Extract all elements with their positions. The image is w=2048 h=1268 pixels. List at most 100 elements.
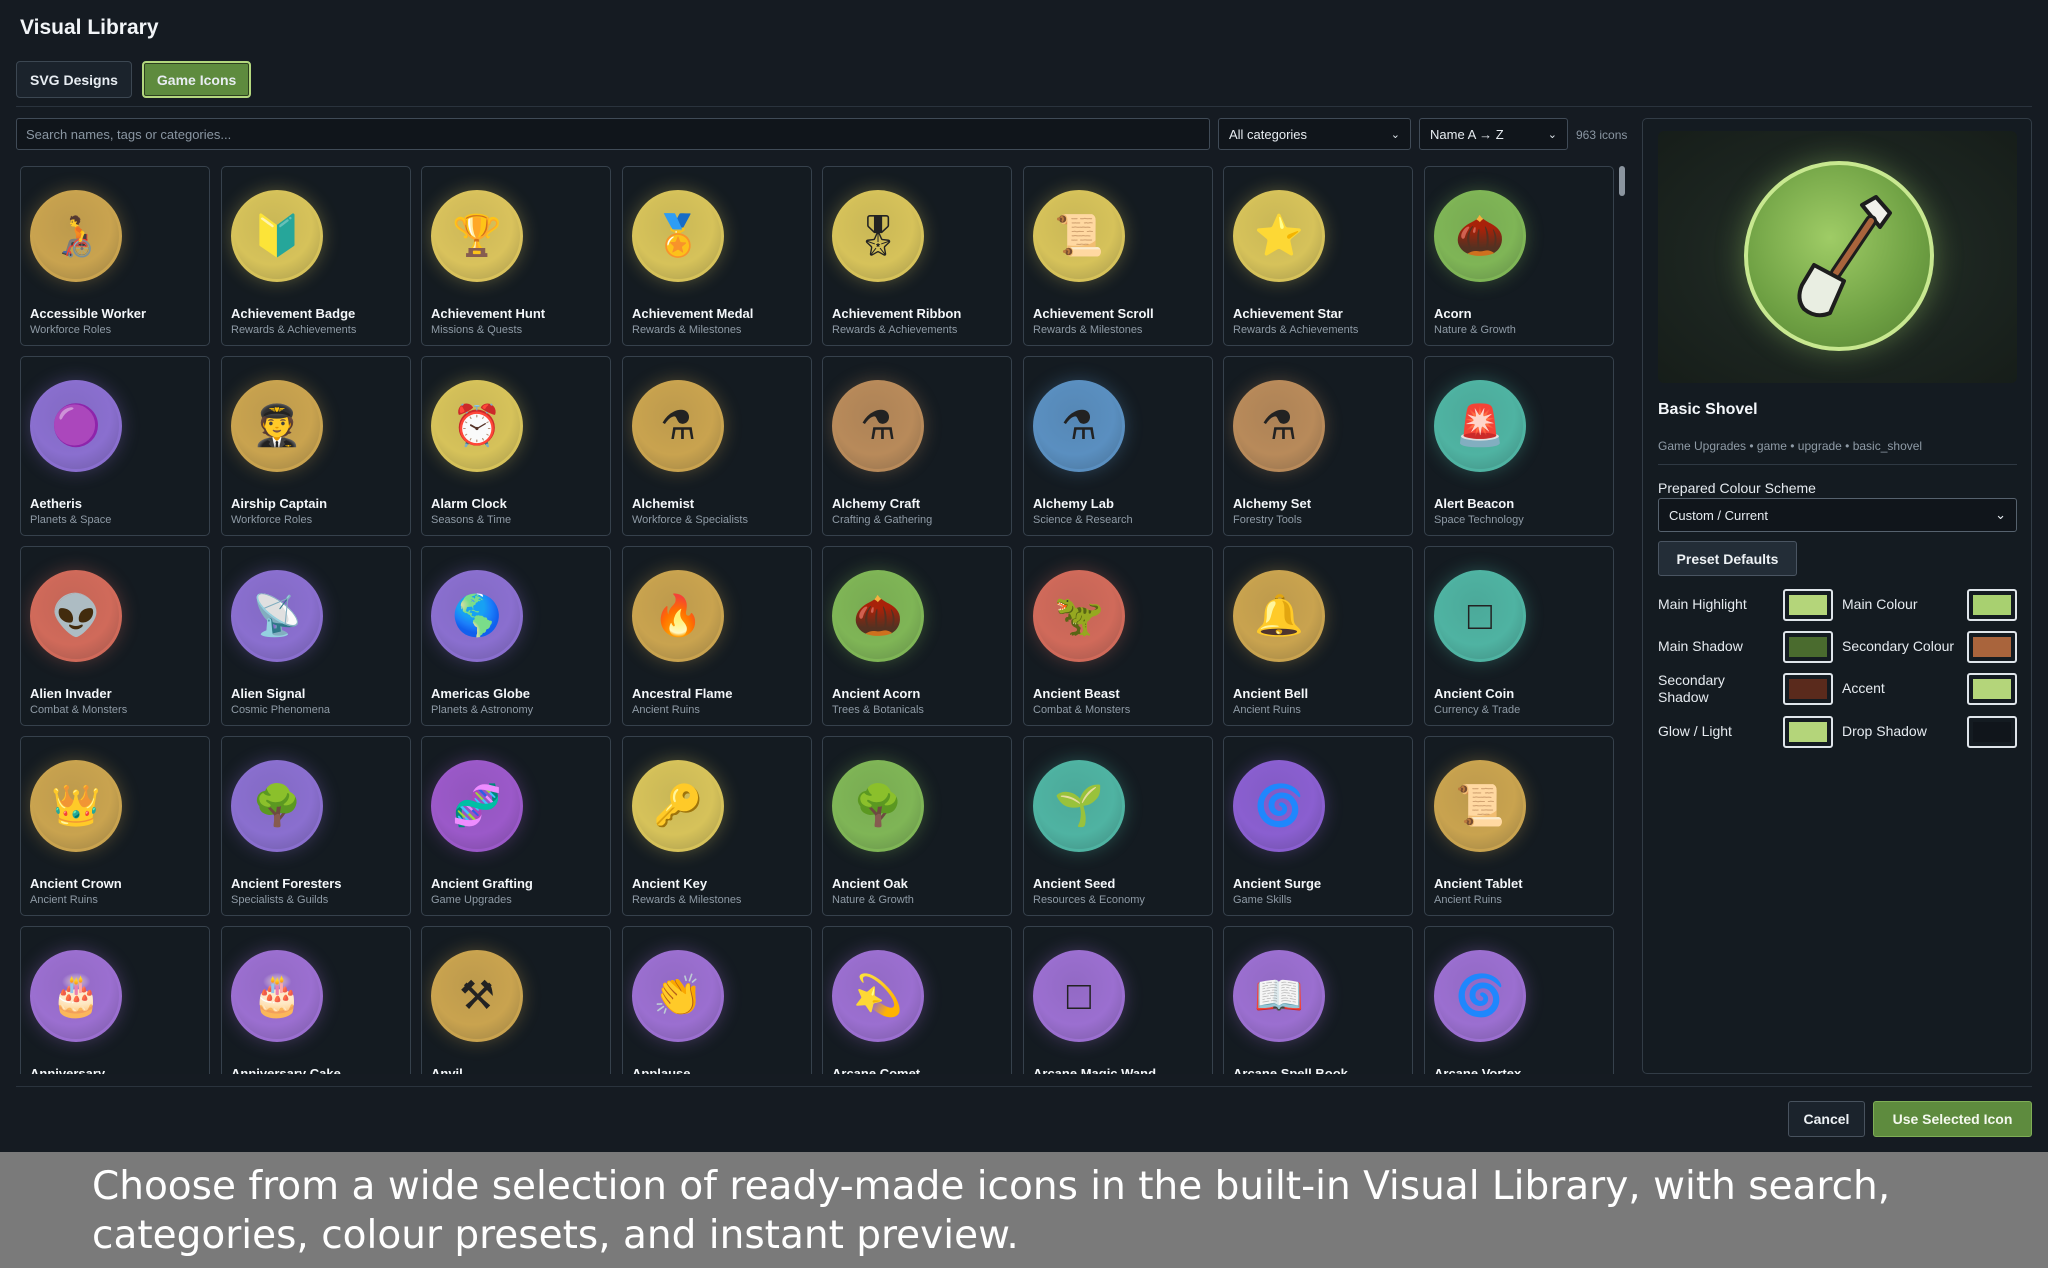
icon-thumbnail: ⚗: [1233, 380, 1325, 472]
swatch-secondary-shadow[interactable]: [1783, 673, 1833, 705]
icon-card[interactable]: 🎂 Anniversary Cake: [221, 926, 411, 1074]
icon-thumbnail: 🧑‍🦽: [30, 190, 122, 282]
icon-card[interactable]: ⚗ Alchemy Craft Crafting & Gathering: [822, 356, 1012, 536]
icon-card[interactable]: 📜 Achievement Scroll Rewards & Milestones: [1023, 166, 1213, 346]
icon-card[interactable]: 📜 Ancient Tablet Ancient Ruins: [1424, 736, 1614, 916]
colour-label-drop-shadow: Drop Shadow: [1842, 723, 1927, 739]
icon-card[interactable]: 🧑‍✈️ Airship Captain Workforce Roles: [221, 356, 411, 536]
icon-name: Ancient Seed: [1033, 876, 1116, 891]
icon-card[interactable]: ⏰ Alarm Clock Seasons & Time: [421, 356, 611, 536]
icon-category: Ancient Ruins: [1233, 704, 1301, 716]
swatch-fill: [1973, 595, 2011, 615]
icon-category: Rewards & Achievements: [231, 324, 357, 336]
preset-defaults-button[interactable]: Preset Defaults: [1658, 541, 1797, 576]
icon-glyph: 🔰: [252, 214, 302, 258]
icon-card[interactable]: 🧬 Ancient Grafting Game Upgrades: [421, 736, 611, 916]
icon-card[interactable]: 🚨 Alert Beacon Space Technology: [1424, 356, 1614, 536]
icon-thumbnail: 💫: [832, 950, 924, 1042]
icon-card[interactable]: 🏆 Achievement Hunt Missions & Quests: [421, 166, 611, 346]
grid-scrollbar-thumb[interactable]: [1619, 166, 1625, 196]
tab-svg-designs[interactable]: SVG Designs: [16, 61, 132, 98]
swatch-main-highlight[interactable]: [1783, 589, 1833, 621]
chevron-down-icon: ⌄: [1995, 507, 2006, 522]
icon-name: Ancient Bell: [1233, 686, 1309, 701]
icon-card[interactable]: 📡 Alien Signal Cosmic Phenomena: [221, 546, 411, 726]
icon-thumbnail: 🔑: [632, 760, 724, 852]
icon-card[interactable]: ⭐ Achievement Star Rewards & Achievements: [1223, 166, 1413, 346]
icon-card[interactable]: ⚗ Alchemy Set Forestry Tools: [1223, 356, 1413, 536]
icon-card[interactable]: 🌎 Americas Globe Planets & Astronomy: [421, 546, 611, 726]
icon-card[interactable]: 🌳 Ancient Foresters Specialists & Guilds: [221, 736, 411, 916]
grid-scrollbar[interactable]: [1618, 166, 1626, 1074]
icon-card[interactable]: 🎖 Achievement Ribbon Rewards & Achievement…: [822, 166, 1012, 346]
icon-card[interactable]: 🔔 Ancient Bell Ancient Ruins: [1223, 546, 1413, 726]
swatch-main-shadow[interactable]: [1783, 631, 1833, 663]
icon-card[interactable]: 🔥 Ancestral Flame Ancient Ruins: [622, 546, 812, 726]
colour-scheme-select[interactable]: Custom / Current ⌄: [1658, 498, 2017, 532]
use-selected-icon-button[interactable]: Use Selected Icon: [1873, 1101, 2032, 1137]
swatch-drop-shadow[interactable]: [1967, 716, 2017, 748]
icon-glyph: ⚒: [459, 974, 495, 1018]
icon-thumbnail: 🎂: [30, 950, 122, 1042]
icon-card[interactable]: 👽 Alien Invader Combat & Monsters: [20, 546, 210, 726]
icon-card[interactable]: ⚗ Alchemist Workforce & Specialists: [622, 356, 812, 536]
icon-card[interactable]: ⚗ Alchemy Lab Science & Research: [1023, 356, 1213, 536]
icon-thumbnail: 🏆: [431, 190, 523, 282]
icon-category: Game Upgrades: [431, 894, 512, 906]
icon-thumbnail: 🟣: [30, 380, 122, 472]
cancel-button[interactable]: Cancel: [1788, 1101, 1865, 1137]
category-select-value: All categories: [1229, 126, 1308, 142]
swatch-glow-light[interactable]: [1783, 716, 1833, 748]
sort-select[interactable]: Name A → Z ⌄: [1419, 118, 1568, 150]
icon-card[interactable]: 🏅 Achievement Medal Rewards & Milestones: [622, 166, 812, 346]
icon-category: Forestry Tools: [1233, 514, 1302, 526]
icon-card[interactable]: 🟣 Aetheris Planets & Space: [20, 356, 210, 536]
icon-card[interactable]: 🌱 Ancient Seed Resources & Economy: [1023, 736, 1213, 916]
tab-bar: SVG Designs Game Icons: [16, 61, 252, 98]
colour-label-glow-light: Glow / Light: [1658, 723, 1732, 739]
icon-card[interactable]: 👑 Ancient Crown Ancient Ruins: [20, 736, 210, 916]
icon-name: Arcane Magic Wand: [1033, 1066, 1157, 1074]
icon-category: Rewards & Milestones: [632, 894, 742, 906]
swatch-secondary-colour[interactable]: [1967, 631, 2017, 663]
icon-card[interactable]: 🧑‍🦽 Accessible Worker Workforce Roles: [20, 166, 210, 346]
icon-name: Alien Invader: [30, 686, 112, 701]
icon-card[interactable]: 🔰 Achievement Badge Rewards & Achievements: [221, 166, 411, 346]
icon-card[interactable]: ⚒ Anvil: [421, 926, 611, 1074]
icon-card[interactable]: 💫 Arcane Comet: [822, 926, 1012, 1074]
icon-card[interactable]: 🌰 Ancient Acorn Trees & Botanicals: [822, 546, 1012, 726]
icon-card[interactable]: 🎂 Anniversary: [20, 926, 210, 1074]
tab-game-icons[interactable]: Game Icons: [141, 61, 252, 98]
category-select[interactable]: All categories ⌄: [1218, 118, 1411, 150]
icon-thumbnail: □: [1434, 570, 1526, 662]
swatch-main-colour[interactable]: [1967, 589, 2017, 621]
icon-category: Workforce Roles: [231, 514, 313, 526]
icon-thumbnail: 👑: [30, 760, 122, 852]
icon-card[interactable]: 👏 Applause: [622, 926, 812, 1074]
icon-thumbnail: ⚗: [832, 380, 924, 472]
icon-card[interactable]: 🌀 Ancient Surge Game Skills: [1223, 736, 1413, 916]
icon-card[interactable]: □ Arcane Magic Wand: [1023, 926, 1213, 1074]
swatch-accent[interactable]: [1967, 673, 2017, 705]
icon-name: Ancient Oak: [832, 876, 908, 891]
window-title: Visual Library: [20, 16, 159, 39]
icon-glyph: 🧑‍🦽: [51, 214, 101, 258]
icon-card[interactable]: 🔑 Ancient Key Rewards & Milestones: [622, 736, 812, 916]
icon-name: Ancient Grafting: [431, 876, 533, 891]
icon-name: Achievement Medal: [632, 306, 754, 321]
icon-glyph: 🌳: [853, 784, 903, 828]
icon-card[interactable]: □ Ancient Coin Currency & Trade: [1424, 546, 1614, 726]
icon-category: Rewards & Achievements: [1233, 324, 1359, 336]
icon-name: Ancient Tablet: [1434, 876, 1523, 891]
icon-name: Ancestral Flame: [632, 686, 733, 701]
icon-glyph: 👽: [51, 594, 101, 638]
search-input[interactable]: [16, 118, 1210, 150]
icon-name: Americas Globe: [431, 686, 530, 701]
icon-thumbnail: 📜: [1434, 760, 1526, 852]
icon-card[interactable]: 📖 Arcane Spell Book: [1223, 926, 1413, 1074]
icon-card[interactable]: 🦖 Ancient Beast Combat & Monsters: [1023, 546, 1213, 726]
icon-card[interactable]: 🌳 Ancient Oak Nature & Growth: [822, 736, 1012, 916]
icon-card[interactable]: 🌰 Acorn Nature & Growth: [1424, 166, 1614, 346]
icon-name: Aetheris: [30, 496, 83, 511]
icon-card[interactable]: 🌀 Arcane Vortex: [1424, 926, 1614, 1074]
